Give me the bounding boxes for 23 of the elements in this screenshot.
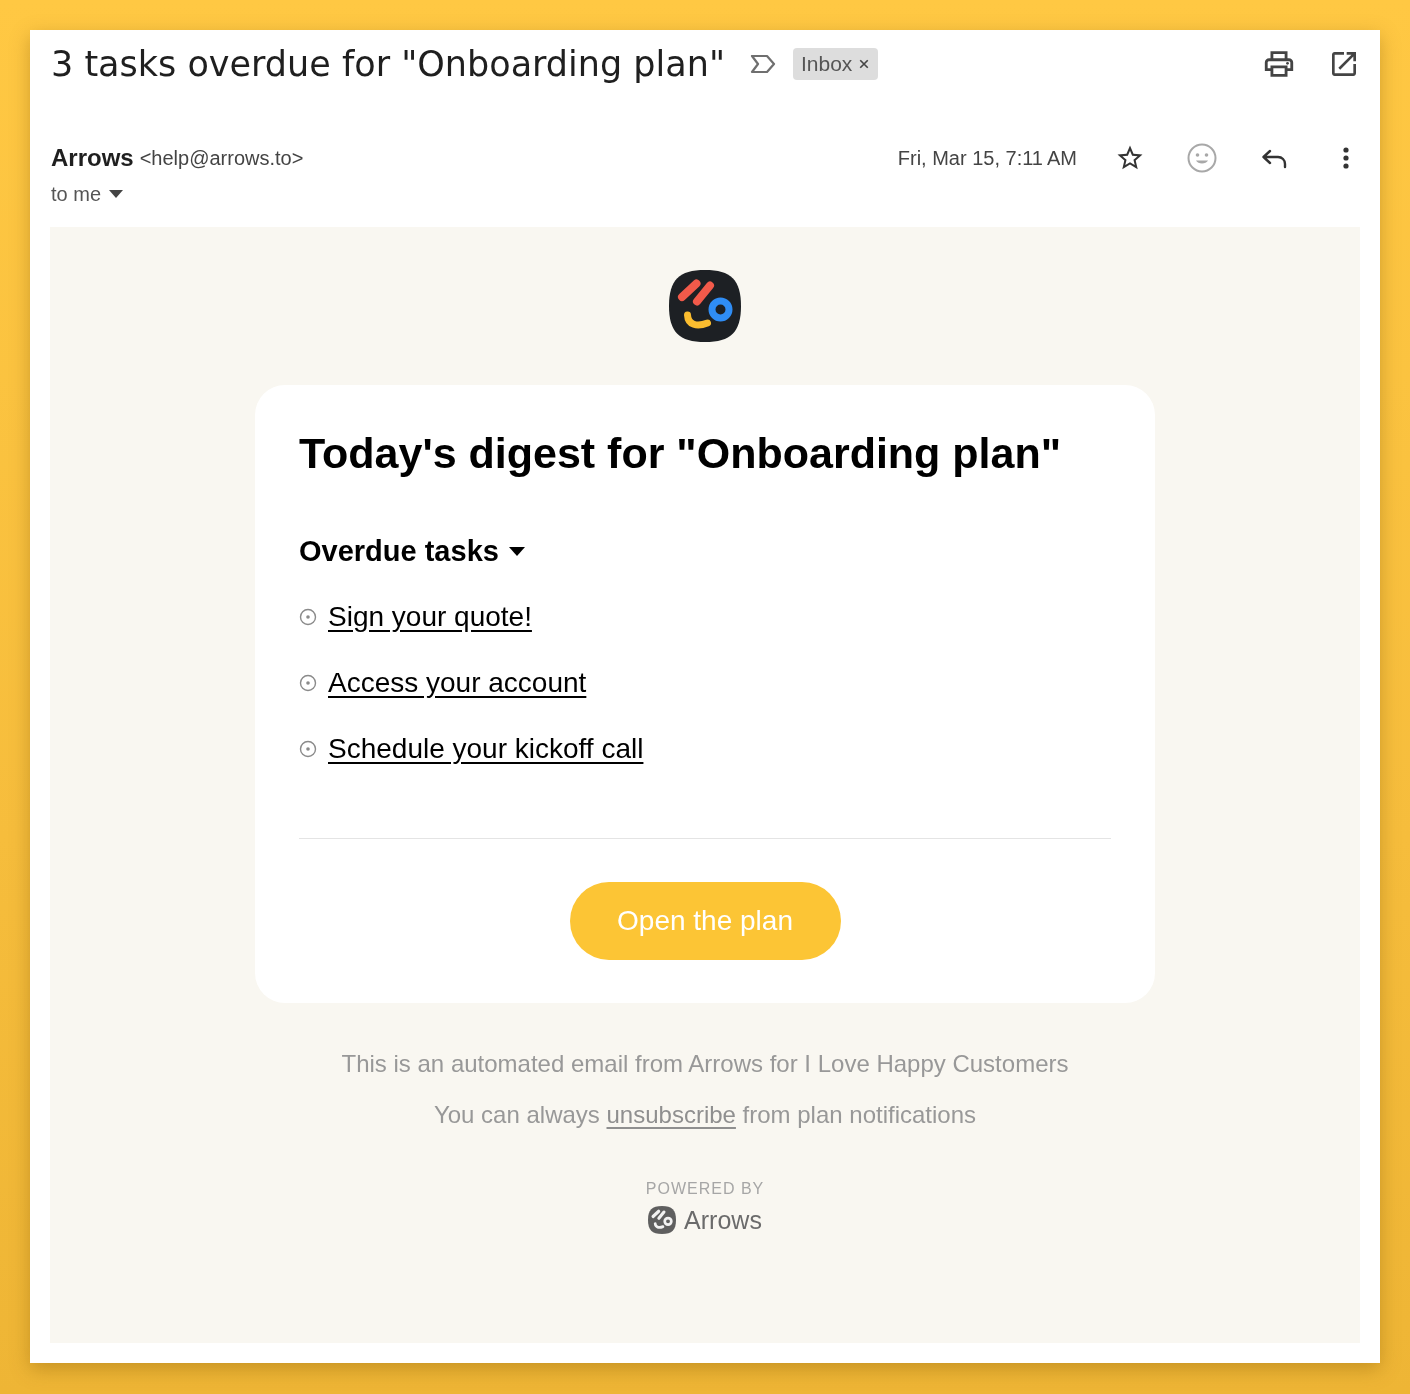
brand-name: Arrows [684,1205,762,1235]
sender-email: <help@arrows.to> [139,146,304,170]
caret-icon [109,190,124,198]
sender-name: Arrows [51,144,134,172]
task-link[interactable]: Sign your quote! [328,601,532,633]
task-bullet-icon [299,674,317,692]
recipient-dropdown[interactable]: to me [50,180,124,208]
close-icon[interactable] [859,59,870,69]
email-subject: 3 tasks overdue for "Onboarding plan" [51,43,725,86]
sent-date: Fri, Mar 15, 7:11 AM [897,146,1077,170]
powered-by-text: POWERED BY [645,1179,765,1199]
unsubscribe-note: You can always unsubscribe from plan notifications [433,1100,977,1130]
inbox-label[interactable]: Inbox [793,48,879,80]
logo-icon [648,1206,677,1234]
task-link[interactable]: Access your account [328,667,587,699]
digest-title: Today's digest for "Onboarding plan" [299,428,1063,479]
caret-icon[interactable] [508,546,525,556]
automated-email-notice: This is an automated email from Arrows for I Love Happy Customers [341,1049,1069,1079]
task-link[interactable]: Schedule your kickoff call [328,733,644,765]
task-bullet-icon [299,740,317,758]
section-title: Overdue tasks [299,534,499,568]
logo-icon [669,270,741,342]
task-bullet-icon [299,608,317,626]
